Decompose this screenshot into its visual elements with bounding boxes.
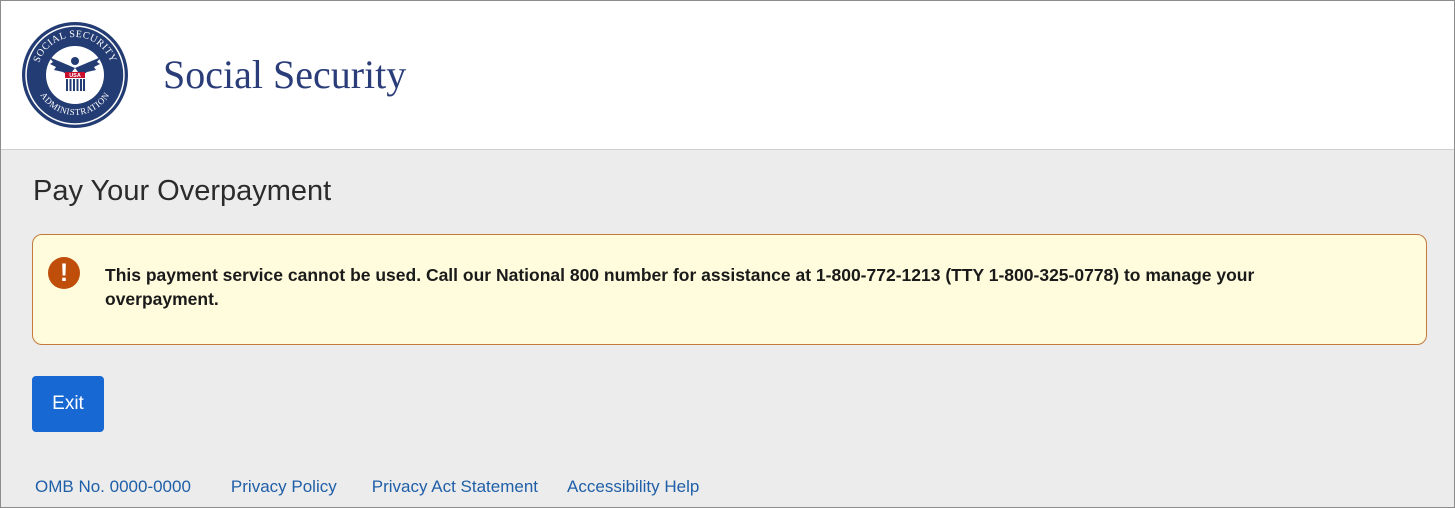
omb-number: OMB No. 0000-0000	[35, 477, 191, 496]
footer: OMB No. 0000-0000 Privacy Policy Privacy…	[35, 475, 699, 499]
privacy-act-statement-link[interactable]: Privacy Act Statement	[372, 477, 538, 497]
exclamation-icon: !	[48, 257, 80, 289]
error-alert: ! This payment service cannot be used. C…	[32, 234, 1427, 345]
accessibility-help-link[interactable]: Accessibility Help	[567, 477, 699, 497]
site-title: Social Security	[163, 52, 407, 97]
site-header: SOCIAL SECURITY ADMINISTRATION USA Socia…	[1, 1, 1454, 150]
privacy-policy-link[interactable]: Privacy Policy	[231, 477, 337, 497]
page-title: Pay Your Overpayment	[33, 175, 332, 207]
alert-message: This payment service cannot be used. Cal…	[105, 265, 1255, 309]
ssa-seal-logo: SOCIAL SECURITY ADMINISTRATION USA	[22, 22, 128, 128]
page-frame: SOCIAL SECURITY ADMINISTRATION USA Socia…	[0, 0, 1455, 508]
seal-usa-label: USA	[69, 73, 81, 79]
exit-button[interactable]: Exit	[32, 376, 104, 432]
